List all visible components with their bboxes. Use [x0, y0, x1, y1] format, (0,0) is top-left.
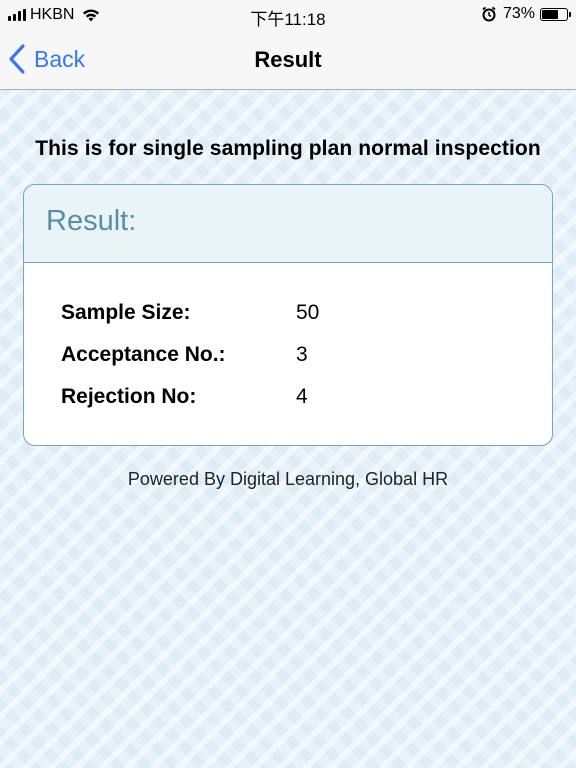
alarm-icon	[482, 6, 496, 22]
battery-icon	[540, 7, 571, 21]
inspection-description: This is for single sampling plan normal …	[35, 137, 541, 160]
page-title: Result	[254, 47, 322, 72]
sample-size-value: 50	[296, 301, 320, 324]
result-card: Result: Sample Size: 50 Acceptance No.: …	[23, 184, 553, 446]
rejection-no-value: 4	[296, 385, 308, 408]
acceptance-no-value: 3	[296, 343, 308, 366]
rejection-no-label: Rejection No:	[61, 385, 197, 408]
battery-percent: 73%	[502, 5, 535, 22]
result-card-title: Result:	[46, 205, 137, 237]
result-card-header: Result:	[24, 185, 552, 263]
battery-fill	[542, 9, 558, 19]
status-bar: HKBN 下午11:18 73%	[0, 0, 576, 30]
navigation-bar: Back Result	[0, 30, 576, 90]
sample-size-label: Sample Size:	[61, 301, 191, 324]
powered-by-footer: Powered By Digital Learning, Global HR	[127, 469, 449, 489]
status-right: 73%	[481, 5, 571, 23]
acceptance-no-label: Acceptance No.:	[61, 343, 226, 366]
